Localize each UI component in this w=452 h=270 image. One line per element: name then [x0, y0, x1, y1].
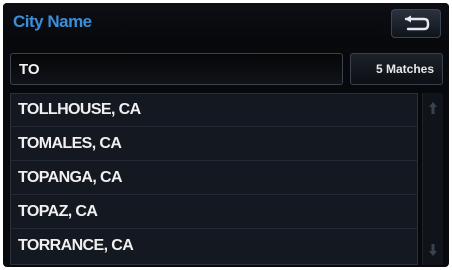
scrollbar[interactable]	[422, 93, 443, 265]
list-item[interactable]: TOPAZ, CA	[11, 196, 417, 229]
city-name-screen: City Name TO 5 Matches TOLLHOUSE, CA TOM…	[3, 3, 449, 267]
return-arrow-icon	[404, 15, 430, 31]
search-input-value: TO	[19, 61, 40, 78]
list-item-label: TOPAZ, CA	[18, 203, 98, 220]
list-item-label: TORRANCE, CA	[18, 237, 134, 254]
list-item[interactable]: TOLLHOUSE, CA	[11, 94, 417, 127]
list-item[interactable]: TOPANGA, CA	[11, 162, 417, 195]
back-button[interactable]	[391, 9, 441, 38]
list-item[interactable]: TOMALES, CA	[11, 128, 417, 161]
header-bar: City Name	[3, 3, 449, 45]
matches-count: 5 Matches	[375, 62, 434, 76]
city-list: TOLLHOUSE, CA TOMALES, CA TOPANGA, CA TO…	[10, 93, 418, 265]
scroll-up-icon[interactable]	[428, 101, 438, 115]
search-input[interactable]: TO	[10, 53, 343, 85]
page-title: City Name	[13, 12, 92, 31]
list-item-label: TOMALES, CA	[18, 135, 122, 152]
list-item-label: TOLLHOUSE, CA	[18, 101, 141, 118]
scroll-down-icon[interactable]	[428, 243, 438, 257]
list-item[interactable]: TORRANCE, CA	[11, 230, 417, 263]
list-item-label: TOPANGA, CA	[18, 169, 123, 186]
matches-button[interactable]: 5 Matches	[350, 53, 443, 85]
